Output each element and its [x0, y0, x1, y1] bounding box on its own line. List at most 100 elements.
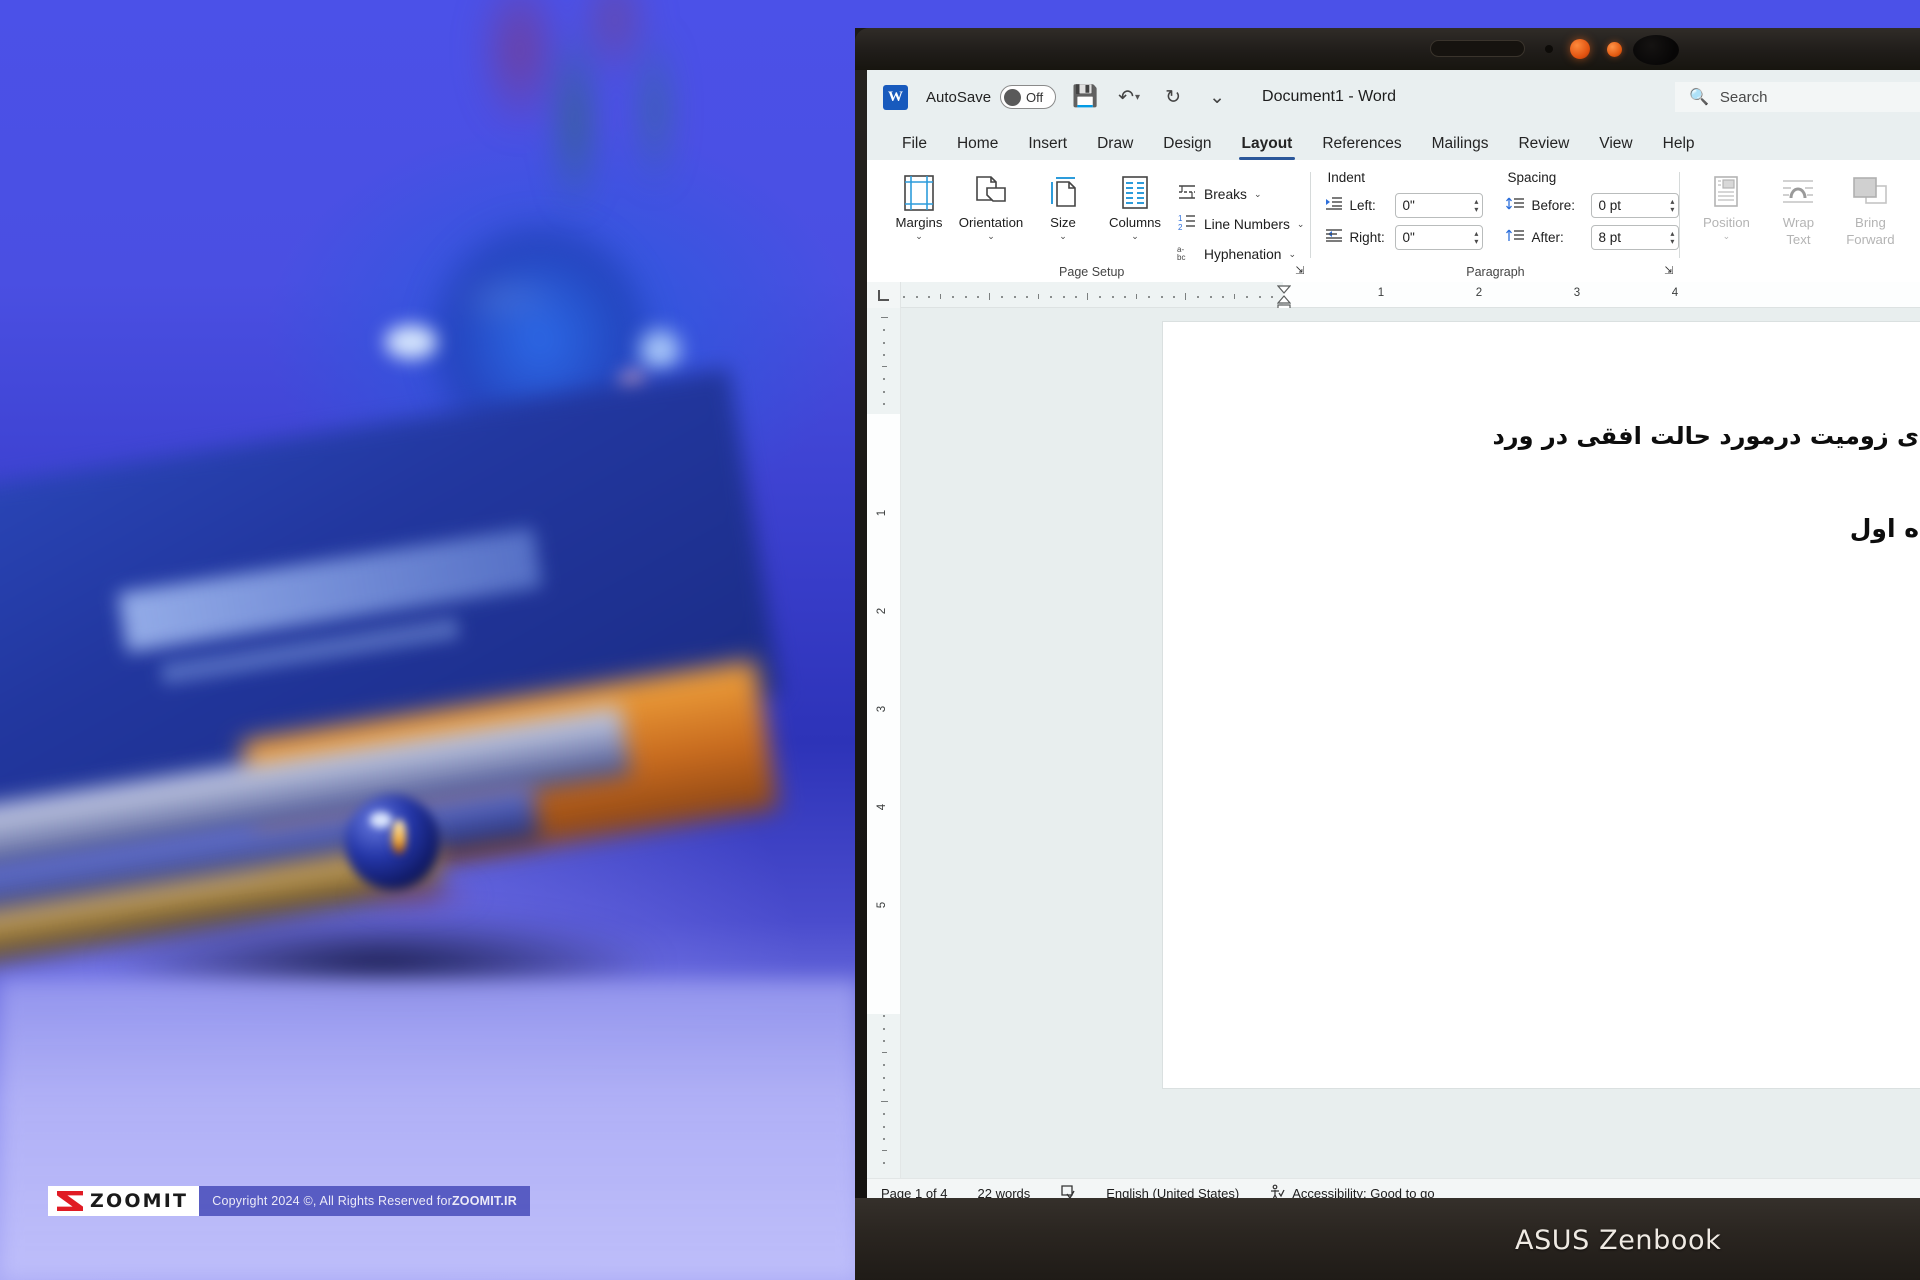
- ruler-tick: [883, 341, 885, 344]
- line-numbers-button[interactable]: 1 2 Line Numbers ⌄: [1171, 209, 1310, 239]
- spinner-down-icon[interactable]: ▾: [1670, 206, 1674, 214]
- ir-sensor-led: [1607, 42, 1622, 57]
- spacing-before-label: Before:: [1531, 198, 1575, 213]
- indent-right-input[interactable]: 0" ▴ ▾: [1395, 225, 1484, 250]
- document-canvas[interactable]: ی زومیت درمورد حالت افقی در ورد ه اول: [901, 308, 1920, 1178]
- indent-right-label: Right:: [1349, 230, 1385, 245]
- autosave-knob: [1004, 88, 1022, 106]
- ruler-tick: [1050, 296, 1053, 298]
- hyphenation-label: Hyphenation: [1204, 246, 1282, 262]
- tab-file[interactable]: File: [887, 135, 942, 160]
- spacing-after-value: 8 pt: [1598, 230, 1621, 245]
- indent-column: Indent Left: 0" ▴ ▾ Right: 0" ▴ ▾: [1325, 166, 1484, 278]
- spinner-up-icon[interactable]: ▴: [1670, 198, 1674, 206]
- status-bar: Page 1 of 4 22 words English (United Sta…: [867, 1178, 1920, 1198]
- indent-left-row: Left: 0" ▴ ▾: [1325, 192, 1484, 219]
- spacing-after-input[interactable]: 8 pt ▴ ▾: [1591, 225, 1680, 250]
- ruler-tick: [1062, 296, 1065, 298]
- chevron-down-icon: ⌄: [1722, 230, 1731, 241]
- spinner-arrows-icon[interactable]: ▴ ▾: [1474, 194, 1478, 217]
- save-button[interactable]: 💾: [1070, 82, 1100, 112]
- margins-button[interactable]: Margins ⌄: [883, 166, 955, 278]
- tab-home[interactable]: Home: [942, 135, 1013, 160]
- customize-quick-access-button[interactable]: ⌄: [1202, 82, 1232, 112]
- page-setup-group-label: Page Setup: [1059, 265, 1125, 279]
- spinner-up-icon[interactable]: ▴: [1474, 198, 1478, 206]
- ruler-tick: [883, 1015, 885, 1018]
- autosave-toggle[interactable]: Off: [1000, 85, 1057, 109]
- ruler-number-2: 2: [1475, 287, 1483, 299]
- language-indicator[interactable]: English (United States): [1106, 1186, 1239, 1198]
- page-setup-dialog-launcher[interactable]: ⇲: [1295, 264, 1304, 277]
- paragraph-dialog-launcher[interactable]: ⇲: [1664, 264, 1673, 277]
- proofing-status[interactable]: [1060, 1184, 1076, 1198]
- breaks-label: Breaks: [1204, 186, 1247, 202]
- size-label: Size: [1050, 215, 1076, 230]
- spinner-down-icon[interactable]: ▾: [1474, 206, 1478, 214]
- ruler-tick: [883, 1076, 885, 1079]
- ruler-tick: [964, 296, 967, 298]
- accessibility-status[interactable]: Accessibility: Good to go: [1269, 1184, 1435, 1198]
- spinner-arrows-icon[interactable]: ▴ ▾: [1670, 226, 1674, 249]
- wrap-text-label-line2: Text: [1786, 231, 1811, 247]
- spinner-arrows-icon[interactable]: ▴ ▾: [1670, 194, 1674, 217]
- webcam-privacy-shutter[interactable]: [1430, 40, 1525, 57]
- spacing-after-row: After: 8 pt ▴ ▾: [1505, 224, 1680, 251]
- spinner-up-icon[interactable]: ▴: [1670, 230, 1674, 238]
- tab-stop-selector[interactable]: [867, 282, 901, 308]
- document-title: Document1 - Word: [1262, 88, 1397, 105]
- ruler-tick: [1038, 294, 1039, 299]
- size-button[interactable]: Size ⌄: [1027, 166, 1099, 278]
- ribbon-tab-bar: File Home Insert Draw Design Layout Refe…: [867, 124, 1920, 160]
- ruler-tick: [1123, 296, 1126, 298]
- spinner-arrows-icon[interactable]: ▴ ▾: [1474, 226, 1478, 249]
- document-page[interactable]: ی زومیت درمورد حالت افقی در ورد ه اول: [1163, 322, 1920, 1088]
- ruler-tick: [1136, 294, 1137, 299]
- ruler-tick: [882, 1150, 887, 1151]
- ruler-tick: [1270, 296, 1273, 298]
- chevron-down-icon: ⌄: [1059, 230, 1067, 241]
- ribbon-group-paragraph: Indent Left: 0" ▴ ▾ Right: 0" ▴ ▾ Spacin…: [1311, 166, 1680, 279]
- bring-forward-label-line2: Forward: [1846, 231, 1895, 247]
- spinner-up-icon[interactable]: ▴: [1474, 230, 1478, 238]
- indent-heading: Indent: [1327, 170, 1365, 185]
- save-icon: 💾: [1071, 85, 1099, 108]
- columns-label: Columns: [1108, 215, 1162, 230]
- bring-forward-button: Bring Forward: [1834, 166, 1906, 278]
- ribbon: Margins ⌄ Orientation ⌄ Size ⌄ Columns ⌄…: [873, 160, 1914, 282]
- vertical-ruler[interactable]: 1 2 3 4 5: [867, 308, 901, 1178]
- wrap-text-label-line1: Wrap: [1782, 215, 1815, 230]
- zoomit-brand-text: ZOOMIT: [90, 1190, 189, 1212]
- orientation-button[interactable]: Orientation ⌄: [955, 166, 1027, 278]
- ruler-number-4: 4: [1671, 287, 1679, 299]
- indent-left-input[interactable]: 0" ▴ ▾: [1395, 193, 1484, 218]
- horizontal-ruler[interactable]: 1 2 3 4: [901, 282, 1920, 312]
- spacing-before-icon: [1505, 196, 1525, 216]
- word-count[interactable]: 22 words: [978, 1186, 1031, 1198]
- search-box[interactable]: 🔍 Search: [1675, 82, 1920, 112]
- indent-right-value: 0": [1402, 230, 1415, 245]
- spinner-down-icon[interactable]: ▾: [1670, 238, 1674, 246]
- tab-mailings[interactable]: Mailings: [1417, 135, 1504, 160]
- redo-button[interactable]: ↻: [1158, 82, 1188, 112]
- ruler-tick: [1185, 293, 1186, 300]
- ruler-tick: [1111, 296, 1114, 298]
- spacing-before-input[interactable]: 0 pt ▴ ▾: [1591, 193, 1680, 218]
- tab-references[interactable]: References: [1307, 135, 1416, 160]
- tab-view[interactable]: View: [1584, 135, 1647, 160]
- tab-design[interactable]: Design: [1148, 135, 1226, 160]
- undo-button[interactable]: ↶ ▾: [1114, 82, 1144, 112]
- breaks-button[interactable]: Breaks ⌄: [1171, 179, 1310, 209]
- tab-layout[interactable]: Layout: [1227, 135, 1308, 160]
- tab-insert[interactable]: Insert: [1013, 135, 1082, 160]
- ruler-tick: [1074, 296, 1077, 298]
- columns-button[interactable]: Columns ⌄: [1099, 166, 1171, 278]
- spinner-down-icon[interactable]: ▾: [1474, 238, 1478, 246]
- tab-review[interactable]: Review: [1503, 135, 1584, 160]
- page-indicator[interactable]: Page 1 of 4: [881, 1186, 948, 1198]
- tab-help[interactable]: Help: [1648, 135, 1710, 160]
- position-label: Position: [1702, 215, 1750, 230]
- zoomit-logo: ZOOMIT: [48, 1186, 200, 1216]
- bring-forward-icon: [1850, 172, 1890, 214]
- tab-draw[interactable]: Draw: [1082, 135, 1148, 160]
